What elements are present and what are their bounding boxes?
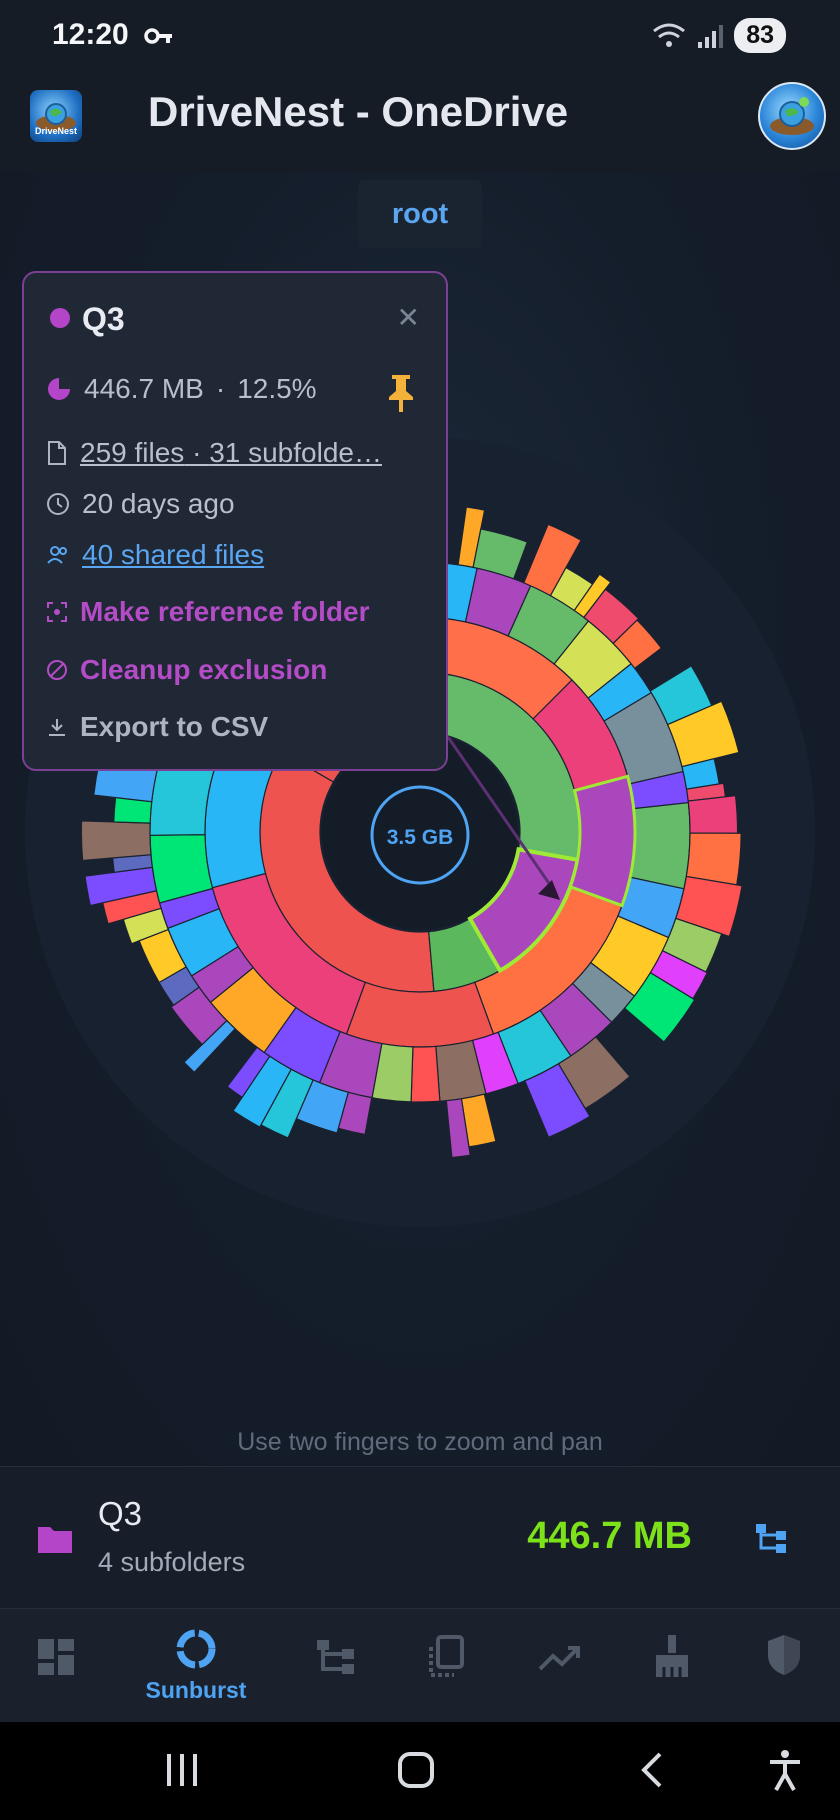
wifi-icon bbox=[653, 23, 686, 47]
app-bar: DriveNest DriveNest - OneDrive bbox=[0, 72, 840, 172]
sunburst-selected-q3-child[interactable] bbox=[568, 774, 637, 908]
pin-icon[interactable] bbox=[386, 373, 416, 413]
account-avatar[interactable] bbox=[758, 82, 826, 150]
modified-row: 20 days ago bbox=[46, 488, 235, 520]
home-icon[interactable] bbox=[396, 1750, 436, 1790]
selected-size: 446.7 MB bbox=[527, 1515, 692, 1557]
download-icon bbox=[49, 719, 65, 736]
nav-sunburst[interactable]: Sunburst bbox=[146, 1627, 246, 1704]
size-row: 446.7 MB · 12.5% bbox=[46, 373, 317, 405]
center-total-size: 3.5 GB bbox=[387, 826, 454, 849]
app-title: DriveNest - OneDrive bbox=[148, 88, 569, 135]
block-icon bbox=[47, 660, 67, 680]
zoom-hint: Use two fingers to zoom and pan bbox=[237, 1428, 603, 1456]
cleanup-exclusion-label[interactable]: Cleanup exclusion bbox=[80, 654, 327, 686]
popup-size: 446.7 MB bbox=[84, 373, 204, 404]
sunburst-ring4-segment[interactable] bbox=[80, 820, 152, 862]
focus-icon bbox=[47, 602, 67, 622]
shared-row[interactable]: 40 shared files bbox=[46, 539, 264, 571]
separator: · bbox=[215, 373, 226, 404]
people-icon bbox=[47, 546, 67, 564]
sunburst-ring4-segment[interactable] bbox=[685, 832, 742, 886]
files-count-link[interactable]: 259 files · 31 subfolde… bbox=[80, 437, 382, 469]
tree-icon bbox=[317, 1640, 354, 1674]
clock-icon bbox=[47, 493, 69, 515]
make-reference-action[interactable]: Make reference folder bbox=[46, 596, 369, 628]
logo-text: DriveNest bbox=[34, 126, 78, 136]
status-bar: 12:20 83 bbox=[0, 0, 840, 72]
status-indicators: 83 bbox=[652, 18, 786, 53]
key-icon bbox=[144, 28, 172, 44]
make-reference-label[interactable]: Make reference folder bbox=[80, 596, 369, 628]
folder-color-dot bbox=[50, 308, 70, 328]
file-icon bbox=[48, 441, 66, 465]
files-row[interactable]: 259 files · 31 subfolde… bbox=[46, 437, 382, 469]
export-csv-action[interactable]: Export to CSV bbox=[46, 711, 268, 743]
cleanup-exclusion-action[interactable]: Cleanup exclusion bbox=[46, 654, 327, 686]
folder-icon bbox=[38, 1527, 72, 1553]
status-time: 12:20 bbox=[52, 18, 129, 51]
duplicates-icon bbox=[429, 1635, 464, 1677]
tree-view-icon[interactable] bbox=[754, 1521, 788, 1555]
sunburst-ring2-segment[interactable] bbox=[345, 981, 495, 1048]
breadcrumb-root[interactable]: root bbox=[358, 180, 482, 248]
system-navigation bbox=[0, 1722, 840, 1820]
sunburst-ring3-segment[interactable] bbox=[410, 1045, 441, 1103]
nav-dashboard[interactable] bbox=[6, 1637, 106, 1677]
nav-sunburst-label: Sunburst bbox=[145, 1677, 247, 1703]
trend-icon bbox=[538, 1646, 580, 1671]
nav-trends[interactable] bbox=[510, 1643, 610, 1673]
selection-info-bar[interactable]: Q3 4 subfolders 446.7 MB bbox=[0, 1466, 840, 1608]
app-logo[interactable]: DriveNest bbox=[30, 90, 82, 142]
signal-icon bbox=[698, 24, 724, 48]
popup-percent: 12.5% bbox=[237, 373, 317, 404]
recents-icon[interactable] bbox=[162, 1752, 202, 1788]
selected-name: Q3 bbox=[98, 1495, 143, 1532]
folder-details-popup: Q3 ✕ 446.7 MB · 12.5% 259 files · 31 sub… bbox=[22, 271, 448, 771]
bottom-navigation: Sunburst bbox=[0, 1608, 840, 1722]
nav-tree[interactable] bbox=[286, 1637, 386, 1677]
shared-files-link[interactable]: 40 shared files bbox=[82, 539, 264, 571]
sunburst-ring4-segment[interactable] bbox=[687, 794, 739, 834]
nav-duplicates[interactable] bbox=[396, 1635, 496, 1679]
nav-cleanup[interactable] bbox=[622, 1633, 722, 1679]
sunburst-icon bbox=[176, 1629, 216, 1669]
back-icon[interactable] bbox=[636, 1750, 666, 1790]
avatar-globe-icon bbox=[770, 97, 814, 135]
modified-text: 20 days ago bbox=[82, 488, 235, 519]
popup-title: Q3 bbox=[82, 301, 125, 337]
accessibility-icon[interactable] bbox=[766, 1748, 804, 1792]
nav-security[interactable] bbox=[734, 1633, 834, 1677]
dashboard-icon bbox=[38, 1639, 74, 1675]
pie-icon bbox=[48, 378, 70, 400]
export-csv-label[interactable]: Export to CSV bbox=[80, 711, 268, 743]
battery-badge: 83 bbox=[734, 18, 786, 53]
sunburst-ring3-segment[interactable] bbox=[629, 802, 691, 890]
shield-icon bbox=[768, 1635, 800, 1675]
broom-icon bbox=[656, 1635, 688, 1677]
selected-subtitle: 4 subfolders bbox=[98, 1547, 246, 1577]
close-icon[interactable]: ✕ bbox=[397, 301, 420, 334]
